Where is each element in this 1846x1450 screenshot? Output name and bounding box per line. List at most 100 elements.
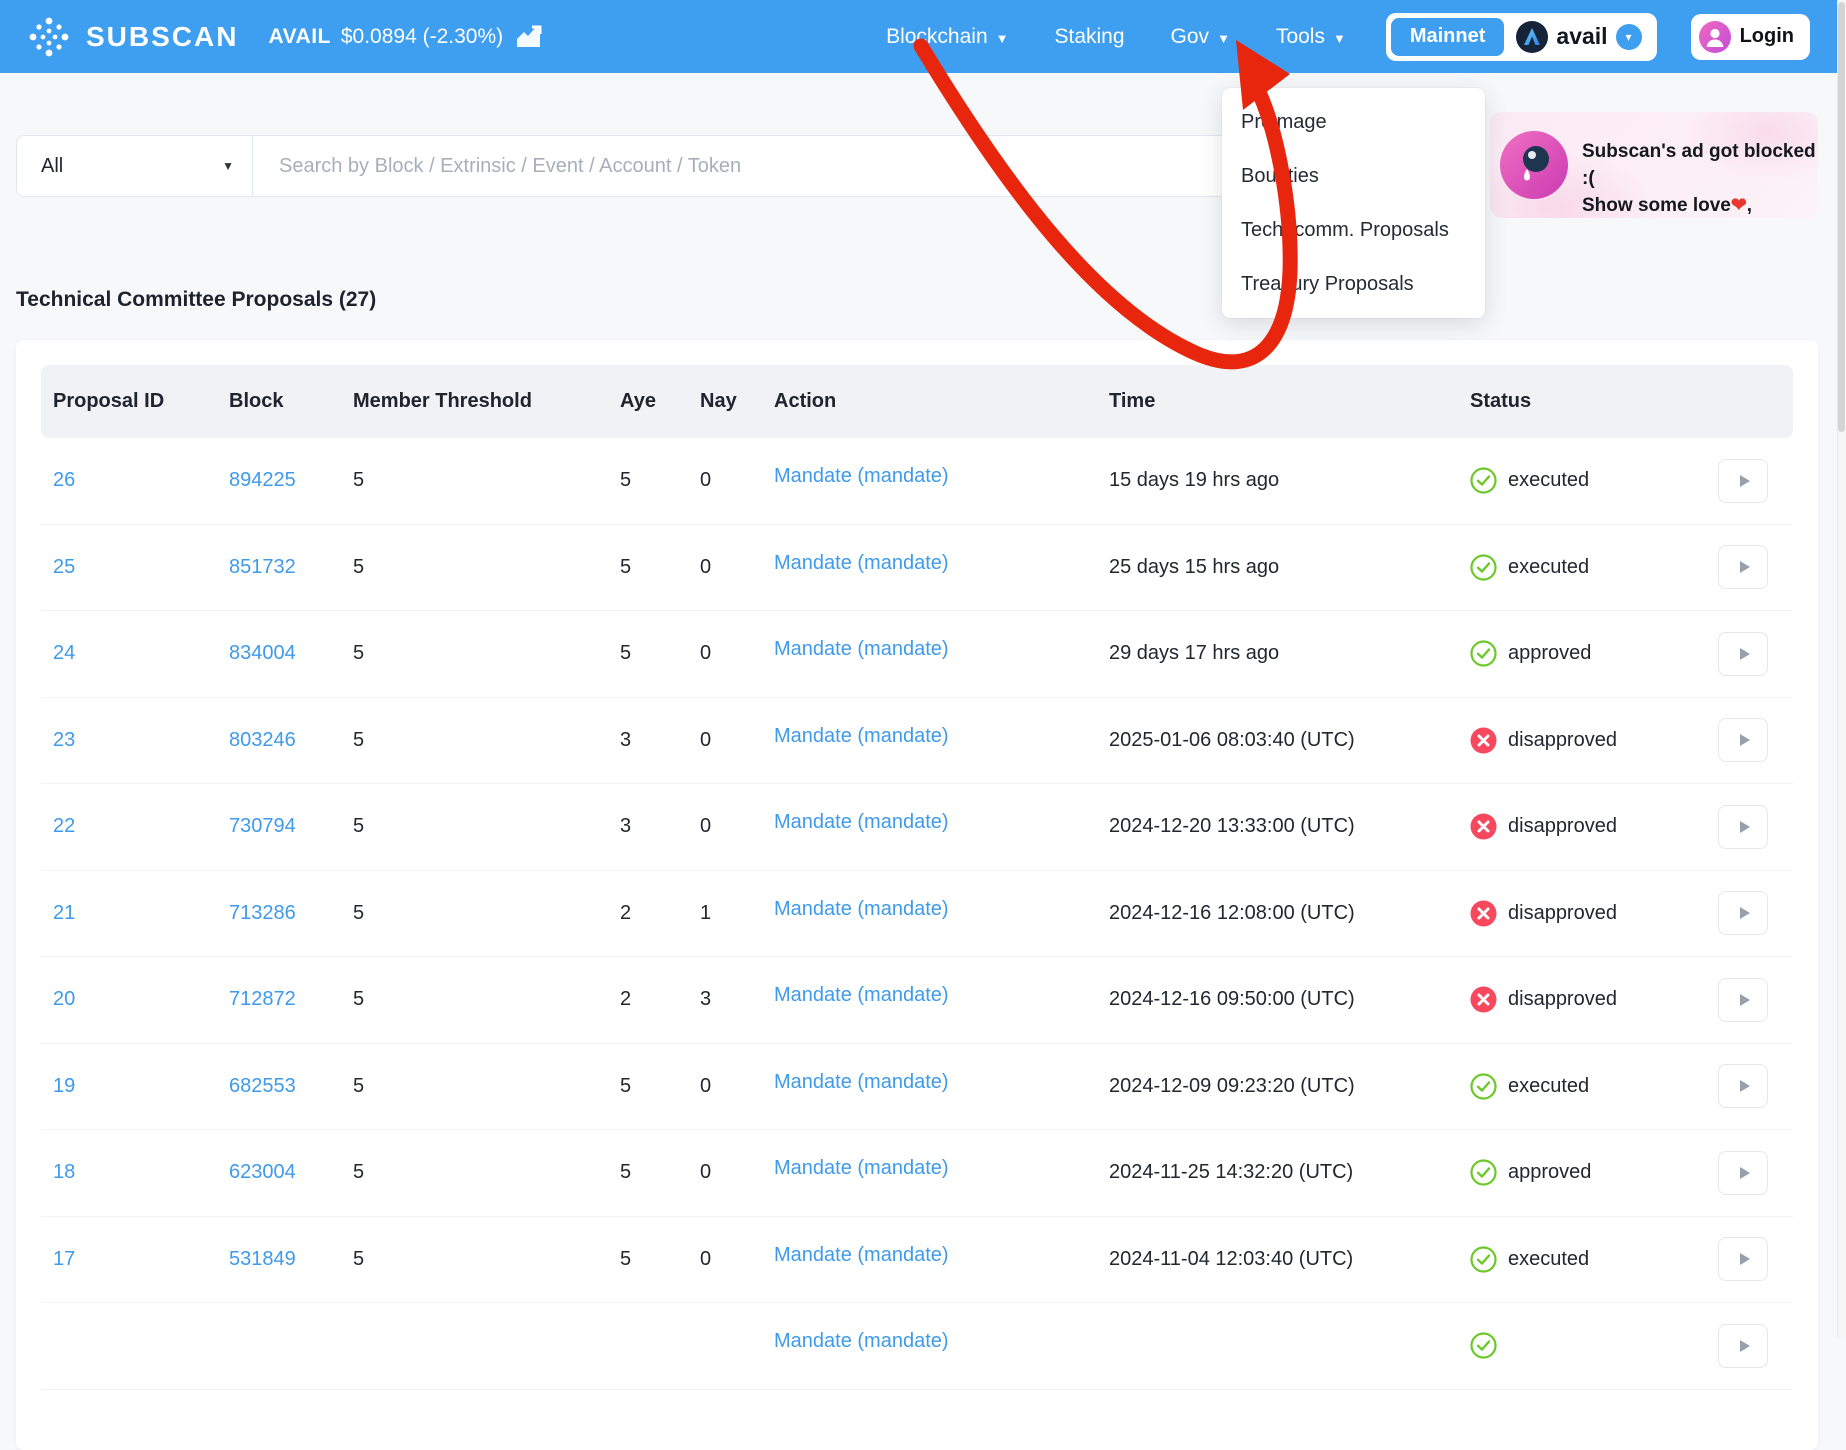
table-header-row: Proposal ID Block Member Threshold Aye N… [41, 365, 1793, 438]
action-link[interactable]: Mandate (mandate) [762, 725, 1097, 748]
action-link[interactable]: Mandate (mandate) [762, 1071, 1097, 1094]
proposal-id-link[interactable]: 19 [41, 1075, 217, 1098]
time-value: 25 days 15 hrs ago [1097, 556, 1458, 579]
block-link[interactable]: 712872 [217, 988, 341, 1011]
block-link[interactable]: 713286 [217, 902, 341, 925]
table-row: 24 834004 5 5 0 Mandate (mandate) 29 day… [41, 611, 1793, 698]
table-row: 18 623004 5 5 0 Mandate (mandate) 2024-1… [41, 1130, 1793, 1217]
status-label: disapproved [1508, 729, 1617, 752]
block-link[interactable]: 851732 [217, 556, 341, 579]
play-icon [1740, 1340, 1750, 1352]
aye-value: 2 [608, 902, 688, 925]
expand-row-button[interactable] [1718, 1324, 1768, 1368]
x-circle-icon [1470, 900, 1497, 927]
col-action: Action [762, 390, 1097, 413]
search-filter-select[interactable]: All ▼ [17, 136, 253, 196]
expand-row-button[interactable] [1718, 459, 1768, 503]
block-link[interactable]: 682553 [217, 1075, 341, 1098]
table-row: 17 531849 5 5 0 Mandate (mandate) 2024-1… [41, 1217, 1793, 1304]
proposal-id-link[interactable]: 21 [41, 902, 217, 925]
scrollbar-track [1837, 0, 1846, 1338]
action-link[interactable]: Mandate (mandate) [762, 1244, 1097, 1267]
nav-item[interactable]: Blockchain ▼ [886, 25, 1008, 49]
status-label: approved [1508, 642, 1591, 665]
nav-item-label: Blockchain [886, 25, 988, 49]
nav-item-label: Gov [1171, 25, 1210, 49]
action-link[interactable]: Mandate (mandate) [762, 1157, 1097, 1180]
expand-row-button[interactable] [1718, 805, 1768, 849]
aye-value: 2 [608, 988, 688, 1011]
subscan-brand[interactable]: SUBSCAN [26, 14, 238, 60]
action-link[interactable]: Mandate (mandate) [762, 984, 1097, 1007]
expand-row-button[interactable] [1718, 1151, 1768, 1195]
gov-menu-item[interactable]: Preimage [1222, 95, 1485, 149]
proposal-id-link[interactable]: 18 [41, 1161, 217, 1184]
gov-menu-item[interactable]: Treasury Proposals [1222, 257, 1485, 311]
network-chevron-down-icon[interactable]: ▾ [1616, 24, 1642, 50]
mainnet-button[interactable]: Mainnet [1391, 18, 1505, 56]
member-threshold-value: 5 [341, 988, 608, 1011]
ad-text: Subscan's ad got blocked :( Show some lo… [1582, 138, 1818, 218]
action-link[interactable]: Mandate (mandate) [762, 465, 1097, 488]
proposal-id-link[interactable]: 26 [41, 469, 217, 492]
block-link[interactable]: 531849 [217, 1248, 341, 1271]
play-icon [1740, 821, 1750, 833]
proposal-id-link[interactable]: 17 [41, 1248, 217, 1271]
play-icon [1740, 1253, 1750, 1265]
proposal-id-link[interactable]: 23 [41, 729, 217, 752]
proposal-id-link[interactable]: 22 [41, 815, 217, 838]
expand-row-button[interactable] [1718, 891, 1768, 935]
proposal-id-link[interactable]: 24 [41, 642, 217, 665]
network-name-group[interactable]: avail ▾ [1504, 21, 1651, 53]
status-cell: approved [1458, 640, 1706, 667]
expand-row-button[interactable] [1718, 1064, 1768, 1108]
proposal-id-link[interactable]: 25 [41, 556, 217, 579]
block-link[interactable]: 623004 [217, 1161, 341, 1184]
time-value: 29 days 17 hrs ago [1097, 642, 1458, 665]
table-row: 25 851732 5 5 0 Mandate (mandate) 25 day… [41, 525, 1793, 612]
expand-row-button[interactable] [1718, 545, 1768, 589]
gov-menu-item[interactable]: Tech. comm. Proposals [1222, 203, 1485, 257]
main-nav: Blockchain ▼ Staking Gov ▼ Tools ▼ [886, 25, 1346, 49]
ad-line1: Subscan's ad got blocked :( [1582, 138, 1818, 192]
action-link[interactable]: Mandate (mandate) [762, 552, 1097, 575]
block-link[interactable]: 803246 [217, 729, 341, 752]
proposal-id-link[interactable]: 20 [41, 988, 217, 1011]
nav-item[interactable]: Gov ▼ [1171, 25, 1230, 49]
block-link[interactable]: 730794 [217, 815, 341, 838]
nav-item[interactable]: Tools ▼ [1276, 25, 1346, 49]
expand-row-button[interactable] [1718, 718, 1768, 762]
login-label: Login [1740, 25, 1794, 48]
action-link[interactable]: Mandate (mandate) [762, 898, 1097, 921]
table-row: Mandate (mandate) [41, 1303, 1793, 1390]
status-cell: disapproved [1458, 813, 1706, 840]
action-link[interactable]: Mandate (mandate) [762, 811, 1097, 834]
nav-item[interactable]: Staking [1055, 25, 1125, 49]
subscan-logo-icon [26, 14, 72, 60]
status-cell [1458, 1332, 1706, 1359]
action-link[interactable]: Mandate (mandate) [762, 638, 1097, 661]
price-chart-icon[interactable] [515, 25, 542, 49]
status-cell: disapproved [1458, 727, 1706, 754]
login-button[interactable]: Login [1691, 14, 1810, 60]
scrollbar-thumb[interactable] [1838, 2, 1845, 432]
token-price-group: AVAIL $0.0894 (-2.30%) [268, 25, 542, 49]
table-body: 26 894225 5 5 0 Mandate (mandate) 15 day… [41, 438, 1793, 1390]
gov-menu-item[interactable]: Bounties [1222, 149, 1485, 203]
play-icon [1740, 907, 1750, 919]
expand-row-button[interactable] [1718, 978, 1768, 1022]
table-row: 19 682553 5 5 0 Mandate (mandate) 2024-1… [41, 1044, 1793, 1131]
play-icon [1740, 475, 1750, 487]
action-link[interactable]: Mandate (mandate) [762, 1330, 1097, 1353]
nay-value: 0 [688, 729, 762, 752]
block-link[interactable]: 894225 [217, 469, 341, 492]
block-link[interactable]: 834004 [217, 642, 341, 665]
nay-value: 0 [688, 1161, 762, 1184]
expand-row-button[interactable] [1718, 1237, 1768, 1281]
aye-value: 5 [608, 1161, 688, 1184]
x-circle-icon [1470, 727, 1497, 754]
check-circle-icon [1470, 1073, 1497, 1100]
sad-face-icon [1498, 129, 1570, 201]
play-icon [1740, 994, 1750, 1006]
expand-row-button[interactable] [1718, 632, 1768, 676]
